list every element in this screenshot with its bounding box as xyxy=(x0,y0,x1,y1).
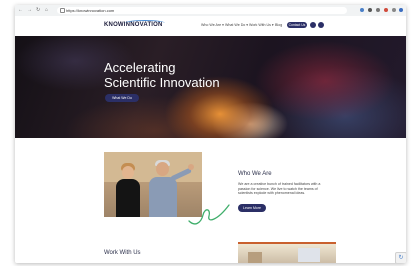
nav-item-who-we-are[interactable]: Who We Are ▾ xyxy=(201,23,224,27)
nav-item-blog[interactable]: Blog xyxy=(275,23,282,27)
extension-icon[interactable] xyxy=(384,8,388,12)
extension-icon[interactable] xyxy=(392,8,396,12)
forward-icon[interactable]: → xyxy=(27,7,32,13)
nav-item-what-we-do[interactable]: What We Do ▾ xyxy=(225,23,248,27)
url-text: https://knowinnovation.com xyxy=(66,8,115,13)
extension-icon[interactable] xyxy=(368,8,372,12)
logo-swoosh-icon xyxy=(125,20,165,26)
linkedin-icon[interactable] xyxy=(310,22,316,28)
office-photo xyxy=(238,242,336,263)
profile-icon[interactable] xyxy=(399,8,403,12)
decorative-squiggle-icon xyxy=(188,204,230,225)
who-we-are-text: We are a creative bunch of trained facil… xyxy=(238,182,321,196)
contact-us-button[interactable]: Contact Us xyxy=(287,22,307,28)
who-we-are-heading: Who We Are xyxy=(238,171,272,177)
hero-title: Accelerating Scientific Innovation xyxy=(104,60,220,90)
extension-icon[interactable] xyxy=(360,8,364,12)
extension-icon[interactable] xyxy=(376,8,380,12)
lock-icon xyxy=(60,8,65,13)
what-we-do-button[interactable]: What We Do xyxy=(105,94,139,102)
hero-title-line1: Accelerating xyxy=(104,60,176,75)
hero-banner: Accelerating Scientific Innovation What … xyxy=(15,36,406,138)
twitter-icon[interactable] xyxy=(318,22,324,28)
work-with-us-heading: Work With Us xyxy=(104,250,141,256)
address-bar[interactable]: https://knowinnovation.com xyxy=(57,7,347,14)
home-icon[interactable]: ⌂ xyxy=(45,7,48,13)
site-header: KNOWINNOVATION Who We Are ▾ What We Do ▾… xyxy=(15,16,406,36)
recaptcha-icon[interactable]: ↻ xyxy=(395,252,406,263)
back-icon[interactable]: ← xyxy=(18,7,23,13)
nav-item-work-with-us[interactable]: Work With Us ▾ xyxy=(249,23,274,27)
reload-icon[interactable]: ↻ xyxy=(36,7,40,13)
browser-window: ← → ↻ ⌂ https://knowinnovation.com KNOWI… xyxy=(15,5,406,263)
learn-more-button[interactable]: Learn More xyxy=(238,204,266,212)
hero-title-line2: Scientific Innovation xyxy=(104,75,220,90)
